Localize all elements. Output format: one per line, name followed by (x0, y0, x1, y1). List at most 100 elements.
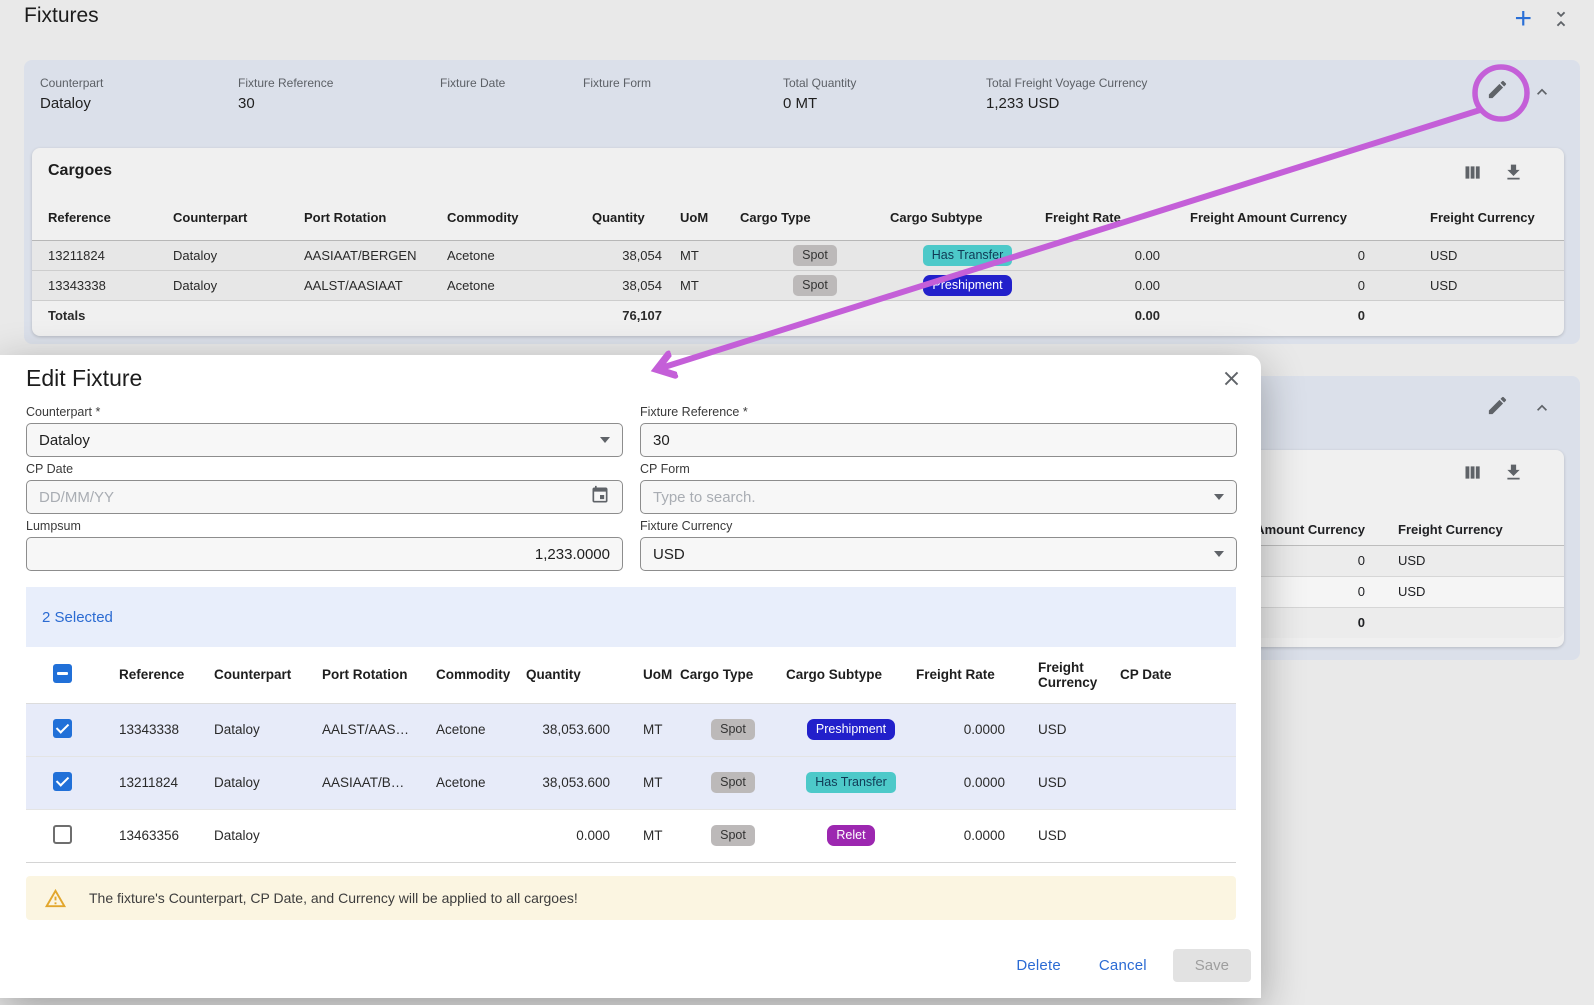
cp-form-autocomplete[interactable]: Type to search. (640, 480, 1237, 514)
modal-title: Edit Fixture (26, 365, 142, 392)
download-button[interactable] (1503, 462, 1524, 483)
card-actions (1462, 462, 1524, 483)
columns-icon (1462, 162, 1483, 183)
columns-button[interactable] (1462, 462, 1483, 483)
cargo-row[interactable]: 13463356 Dataloy 0.000 MT Spot Relet 0.0… (26, 809, 1236, 862)
field-value (440, 95, 505, 112)
col-reference: Reference (119, 647, 214, 703)
collapse-panel-button[interactable] (1532, 82, 1552, 102)
edit-fixture-button[interactable] (1486, 78, 1509, 101)
cell-freight-amount: 0 (1358, 584, 1365, 599)
cell-counterpart: Dataloy (214, 756, 322, 809)
save-button[interactable]: Save (1173, 949, 1251, 982)
warning-banner: The fixture's Counterpart, CP Date, and … (26, 876, 1236, 920)
modal-cargo-table: Reference Counterpart Port Rotation Comm… (26, 647, 1236, 863)
counterpart-label: Counterpart * (26, 405, 100, 419)
field-label: Fixture Reference (238, 76, 333, 90)
cell-counterpart: Dataloy (214, 809, 322, 862)
cell-freight-rate: 0.0000 (916, 809, 1005, 862)
chevron-up-icon (1532, 82, 1552, 102)
cargo-type-chip: Spot (711, 772, 755, 793)
selection-count: 2 Selected (42, 609, 113, 626)
delete-button[interactable]: Delete (1004, 949, 1073, 982)
counterpart-value: Dataloy (39, 432, 90, 449)
cp-date-label: CP Date (26, 462, 73, 476)
collapse-panel-button[interactable] (1532, 398, 1552, 418)
cargo-row[interactable]: 13211824 Dataloy AASIAAT/B… Acetone 38,0… (26, 756, 1236, 809)
cancel-button[interactable]: Cancel (1087, 949, 1159, 982)
cell-port-rotation: AALST/AASIAAT (304, 270, 447, 300)
cell-cp-date (1120, 756, 1236, 809)
cell-freight-currency: USD (1398, 553, 1425, 568)
col-quantity: Quantity (526, 647, 610, 703)
cargo-row[interactable]: 13343338 Dataloy AALST/AASIAAT Acetone 3… (32, 270, 1564, 300)
totals-freight-amount: 0 (1190, 300, 1400, 331)
cell-counterpart: Dataloy (173, 240, 304, 270)
calendar-icon[interactable] (590, 485, 610, 509)
pencil-icon (1486, 78, 1509, 101)
cargo-row[interactable]: 13211824 Dataloy AASIAAT/BERGEN Acetone … (32, 240, 1564, 270)
row-checkbox[interactable] (53, 719, 72, 738)
col-cargo-subtype: Cargo Subtype (890, 196, 1045, 240)
cell-freight-amount: 0 (1358, 553, 1365, 568)
chevron-down-icon (1214, 551, 1224, 557)
field-label: Fixture Date (440, 76, 505, 90)
counterpart-select[interactable]: Dataloy (26, 423, 623, 457)
cell-freight-amount: 0 (1190, 240, 1400, 270)
fixture-currency-select[interactable]: USD (640, 537, 1237, 571)
cell-cp-date (1120, 703, 1236, 756)
chevron-down-icon (1214, 494, 1224, 500)
cargo-type-chip: Spot (711, 825, 755, 846)
col-freight-rate: Freight Rate (916, 647, 1005, 703)
col-counterpart: Counterpart (173, 196, 304, 240)
field-value: 1,233 USD (986, 95, 1147, 112)
cp-date-field[interactable]: DD/MM/YY (26, 480, 623, 514)
cp-form-label: CP Form (640, 462, 690, 476)
cell-uom: MT (610, 756, 680, 809)
fixture-reference-input[interactable] (640, 423, 1237, 457)
fixtures-page: Fixtures + Counterpart Dataloy Fixture R… (0, 0, 1594, 1005)
cell-quantity: 38,053.600 (526, 756, 610, 809)
background-col-freight-currency: Freight Currency (1398, 522, 1503, 537)
row-checkbox[interactable] (53, 825, 72, 844)
select-all-checkbox[interactable] (53, 664, 72, 683)
close-icon (1220, 367, 1243, 390)
cargo-row[interactable]: 13343338 Dataloy AALST/AAS… Acetone 38,0… (26, 703, 1236, 756)
col-cargo-type: Cargo Type (680, 647, 786, 703)
edit-fixture-button[interactable] (1486, 394, 1509, 417)
columns-button[interactable] (1462, 162, 1483, 183)
lumpsum-input[interactable] (26, 537, 623, 571)
cell-commodity: Acetone (436, 756, 526, 809)
row-checkbox[interactable] (53, 772, 72, 791)
col-commodity: Commodity (436, 647, 526, 703)
collapse-all-button[interactable] (1550, 8, 1572, 30)
col-cp-date: CP Date (1120, 647, 1236, 703)
cell-freight-currency: USD (1005, 756, 1120, 809)
close-modal-button[interactable] (1220, 367, 1243, 390)
cargoes-card-actions (1462, 162, 1524, 183)
field-label: Fixture Form (583, 76, 651, 90)
cell-commodity (436, 809, 526, 862)
field-value: 30 (238, 95, 333, 112)
col-freight-rate: Freight Rate (1045, 196, 1190, 240)
plus-icon: + (1514, 6, 1532, 32)
field-value: 0 MT (783, 95, 856, 112)
cell-freight-rate: 0.00 (1045, 240, 1190, 270)
download-button[interactable] (1503, 162, 1524, 183)
field-label: Total Freight Voyage Currency (986, 76, 1147, 90)
warning-text: The fixture's Counterpart, CP Date, and … (89, 890, 578, 906)
cargo-subtype-chip: Has Transfer (806, 772, 896, 793)
col-commodity: Commodity (447, 196, 592, 240)
summary-fixture-form: Fixture Form (583, 76, 651, 112)
selection-band: 2 Selected (26, 587, 1236, 647)
totals-freight-rate: 0.00 (1045, 300, 1190, 331)
cell-quantity: 38,054 (592, 270, 662, 300)
cell-port-rotation: AASIAAT/B… (322, 756, 436, 809)
cargo-subtype-chip: Preshipment (923, 275, 1011, 296)
add-fixture-button[interactable]: + (1514, 6, 1532, 32)
cell-commodity: Acetone (436, 703, 526, 756)
cell-reference: 13211824 (32, 240, 173, 270)
cargo-subtype-chip: Preshipment (807, 719, 895, 740)
col-cargo-type: Cargo Type (740, 196, 890, 240)
chevron-up-icon (1532, 398, 1552, 418)
